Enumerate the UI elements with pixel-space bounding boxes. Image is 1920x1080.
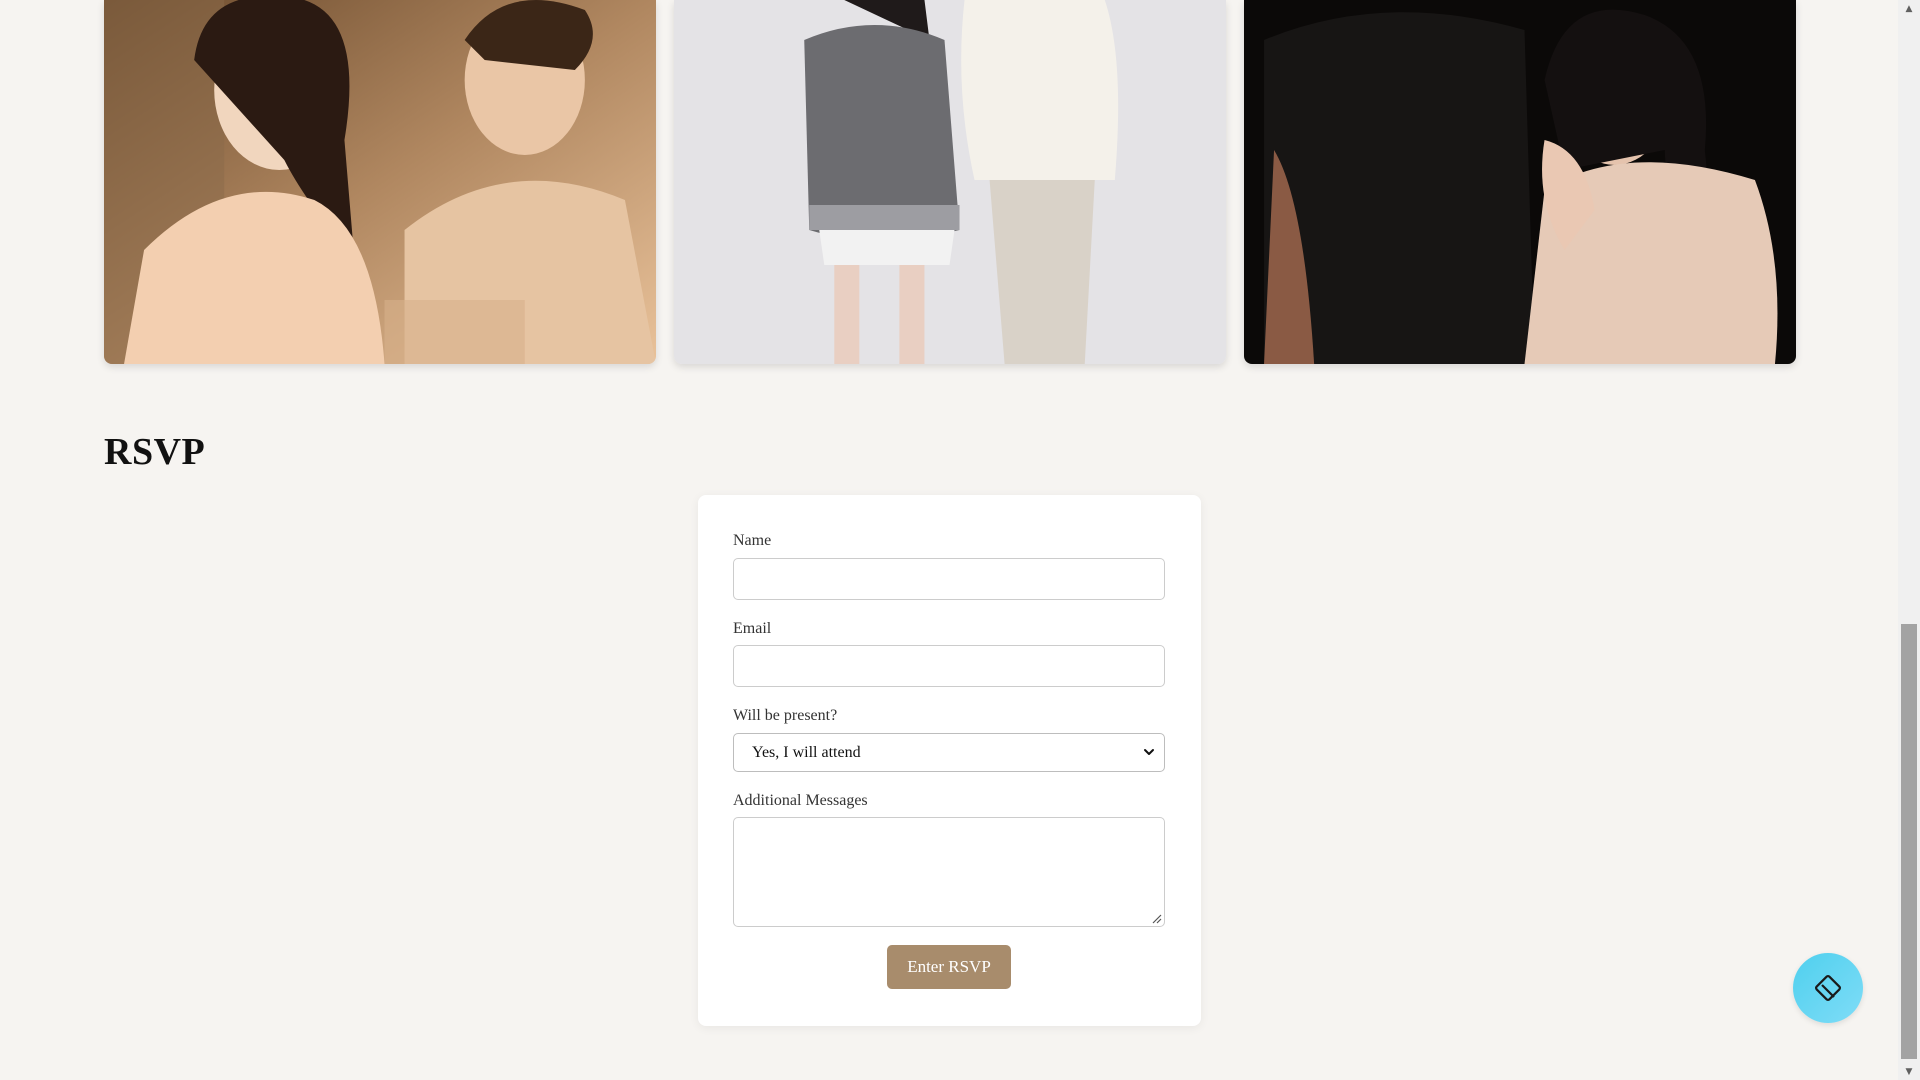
attendance-label: Will be present? bbox=[733, 707, 838, 724]
attendance-select[interactable]: Yes, I will attend bbox=[733, 733, 1165, 772]
email-input[interactable] bbox=[733, 645, 1165, 687]
arrow-down-icon[interactable]: ▼ bbox=[1898, 1063, 1920, 1080]
vertical-scrollbar[interactable]: ▲ ▼ bbox=[1898, 0, 1920, 1080]
messages-label: Additional Messages bbox=[733, 792, 868, 809]
photo-2-image bbox=[674, 0, 1226, 364]
page: RSVP Name Email Will be present? Yes, I … bbox=[0, 0, 1898, 1080]
diamond-layers-icon bbox=[1815, 975, 1841, 1001]
name-label: Name bbox=[733, 532, 772, 549]
floating-action-button[interactable] bbox=[1793, 953, 1863, 1023]
rsvp-title: RSVP bbox=[104, 431, 206, 473]
scroll-thumb[interactable] bbox=[1901, 624, 1917, 1059]
photo-1-image bbox=[104, 0, 656, 364]
gallery-photo-2[interactable] bbox=[674, 0, 1226, 364]
resize-grip-icon[interactable] bbox=[1151, 913, 1162, 924]
email-label: Email bbox=[733, 620, 772, 637]
messages-textarea[interactable] bbox=[733, 817, 1165, 927]
name-input[interactable] bbox=[733, 558, 1165, 600]
gallery-photo-1[interactable] bbox=[104, 0, 656, 364]
arrow-up-icon[interactable]: ▲ bbox=[1898, 0, 1920, 17]
gallery-photo-3[interactable] bbox=[1244, 0, 1796, 364]
chevron-down-icon bbox=[1144, 749, 1154, 755]
photo-gallery bbox=[104, 0, 1796, 365]
submit-rsvp-button[interactable]: Enter RSVP bbox=[887, 945, 1011, 989]
attendance-selected-value: Yes, I will attend bbox=[752, 743, 861, 761]
photo-3-image bbox=[1244, 0, 1796, 364]
rsvp-form: Name Email Will be present? Yes, I will … bbox=[698, 495, 1201, 1026]
